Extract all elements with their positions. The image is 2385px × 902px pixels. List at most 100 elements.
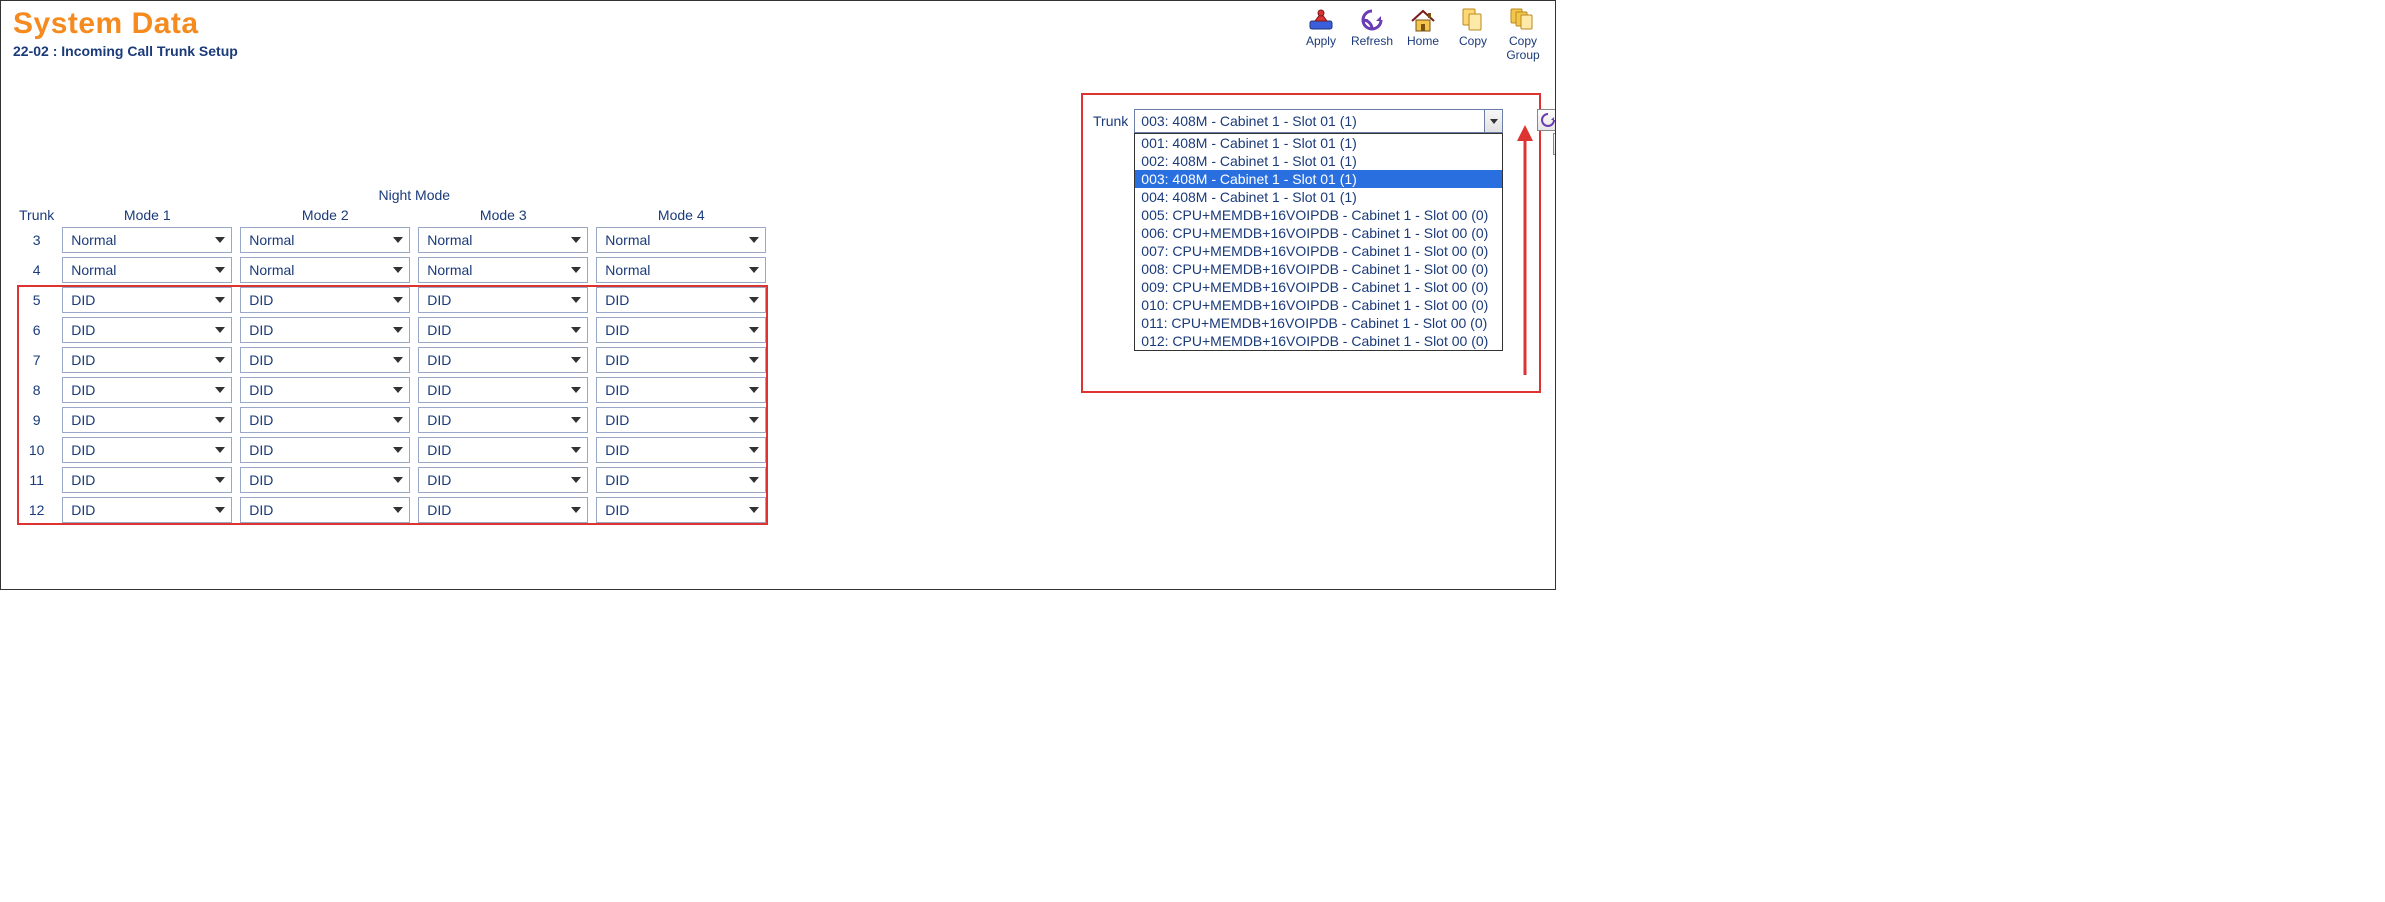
mode-select[interactable]: DID [596,467,766,493]
mode-select-value: DID [71,442,95,458]
mode-select-value: DID [427,472,451,488]
mode-select[interactable]: Normal [62,257,232,283]
trunk-option[interactable]: 005: CPU+MEMDB+16VOIPDB - Cabinet 1 - Sl… [1135,206,1502,224]
mode-select-value: Normal [605,232,650,248]
mode-select[interactable]: DID [62,317,232,343]
trunk-index: 8 [17,377,56,403]
mode-select[interactable]: DID [62,287,232,313]
chevron-down-icon [749,327,759,333]
chevron-down-icon [393,477,403,483]
table-row: 12DIDDIDDIDDID [17,497,768,523]
mode-select[interactable]: DID [596,377,766,403]
copy-button[interactable]: Copy [1453,7,1493,63]
mode-select[interactable]: DID [418,317,588,343]
chevron-down-icon [215,417,225,423]
mode-select[interactable]: DID [418,497,588,523]
trunk-refresh-button[interactable] [1537,109,1556,131]
chevron-down-icon [393,417,403,423]
trunk-index: 10 [17,437,56,463]
mode-select-value: DID [71,352,95,368]
mode-select-value: Normal [427,232,472,248]
chevron-down-icon [215,297,225,303]
scroll-down-button[interactable] [1553,133,1556,155]
mode-select[interactable]: DID [240,407,410,433]
mode-select[interactable]: DID [596,347,766,373]
mode-select[interactable]: Normal [418,227,588,253]
mode-select[interactable]: Normal [596,257,766,283]
mode-select-value: DID [427,292,451,308]
mode-select[interactable]: Normal [596,227,766,253]
copy-group-button[interactable]: Copy Group [1503,7,1543,63]
mode-select[interactable]: DID [418,287,588,313]
mode-select[interactable]: DID [240,377,410,403]
trunk-index: 11 [17,467,56,493]
mode-select[interactable]: DID [596,497,766,523]
trunk-option[interactable]: 011: CPU+MEMDB+16VOIPDB - Cabinet 1 - Sl… [1135,314,1502,332]
mode-select-value: DID [605,322,629,338]
mode-select-value: Normal [249,262,294,278]
chevron-down-icon [571,387,581,393]
trunk-option[interactable]: 002: 408M - Cabinet 1 - Slot 01 (1) [1135,152,1502,170]
trunk-option[interactable]: 012: CPU+MEMDB+16VOIPDB - Cabinet 1 - Sl… [1135,332,1502,350]
trunk-option[interactable]: 004: 408M - Cabinet 1 - Slot 01 (1) [1135,188,1502,206]
table-row: 9DIDDIDDIDDID [17,407,768,433]
mode-select[interactable]: DID [240,497,410,523]
mode-select[interactable]: DID [240,467,410,493]
chevron-down-icon[interactable] [1484,110,1502,132]
trunk-option[interactable]: 006: CPU+MEMDB+16VOIPDB - Cabinet 1 - Sl… [1135,224,1502,242]
mode-select[interactable]: DID [418,347,588,373]
annotation-arrow [1513,125,1537,375]
mode-select[interactable]: DID [62,347,232,373]
mode-select[interactable]: DID [240,317,410,343]
mode-select-value: DID [249,352,273,368]
mode-select[interactable]: DID [62,497,232,523]
mode-select[interactable]: DID [62,407,232,433]
apply-icon [1306,7,1336,33]
mode-select[interactable]: DID [418,407,588,433]
trunk-option[interactable]: 009: CPU+MEMDB+16VOIPDB - Cabinet 1 - Sl… [1135,278,1502,296]
trunk-option[interactable]: 001: 408M - Cabinet 1 - Slot 01 (1) [1135,134,1502,152]
mode-select[interactable]: DID [418,377,588,403]
mode-select[interactable]: DID [596,287,766,313]
mode-select-value: DID [605,412,629,428]
mode-select-value: DID [71,472,95,488]
mode-select[interactable]: Normal [62,227,232,253]
mode-select-value: DID [249,292,273,308]
chevron-down-icon [749,267,759,273]
refresh-button[interactable]: Refresh [1351,7,1393,63]
trunk-option[interactable]: 007: CPU+MEMDB+16VOIPDB - Cabinet 1 - Sl… [1135,242,1502,260]
mode-select[interactable]: DID [596,317,766,343]
mode-select[interactable]: Normal [240,257,410,283]
mode-select[interactable]: DID [240,347,410,373]
mode-select[interactable]: DID [596,437,766,463]
mode-select[interactable]: DID [62,437,232,463]
table-row: 5DIDDIDDIDDID [17,287,768,313]
mode-select[interactable]: DID [418,437,588,463]
chevron-down-icon [393,357,403,363]
chevron-down-icon [571,327,581,333]
chevron-down-icon [215,387,225,393]
refresh-icon [1358,7,1386,33]
trunk-option[interactable]: 003: 408M - Cabinet 1 - Slot 01 (1) [1135,170,1502,188]
mode-select[interactable]: Normal [418,257,588,283]
home-button[interactable]: Home [1403,7,1443,63]
copy-label: Copy [1459,35,1487,49]
trunk-option[interactable]: 010: CPU+MEMDB+16VOIPDB - Cabinet 1 - Sl… [1135,296,1502,314]
trunk-select-value: 003: 408M - Cabinet 1 - Slot 01 (1) [1141,113,1357,129]
chevron-down-icon [393,327,403,333]
trunk-index: 7 [17,347,56,373]
apply-button[interactable]: Apply [1301,7,1341,63]
trunk-select[interactable]: 003: 408M - Cabinet 1 - Slot 01 (1) 001:… [1134,109,1503,133]
mode-select[interactable]: DID [596,407,766,433]
mode-select[interactable]: Normal [240,227,410,253]
mode-select[interactable]: DID [240,437,410,463]
trunk-dropdown-list[interactable]: 001: 408M - Cabinet 1 - Slot 01 (1)002: … [1134,133,1503,351]
mode-select[interactable]: DID [418,467,588,493]
mode-select[interactable]: DID [240,287,410,313]
trunk-label: Trunk [1093,113,1128,129]
chevron-down-icon [571,267,581,273]
mode-select[interactable]: DID [62,377,232,403]
chevron-down-icon [393,447,403,453]
mode-select[interactable]: DID [62,467,232,493]
trunk-option[interactable]: 008: CPU+MEMDB+16VOIPDB - Cabinet 1 - Sl… [1135,260,1502,278]
